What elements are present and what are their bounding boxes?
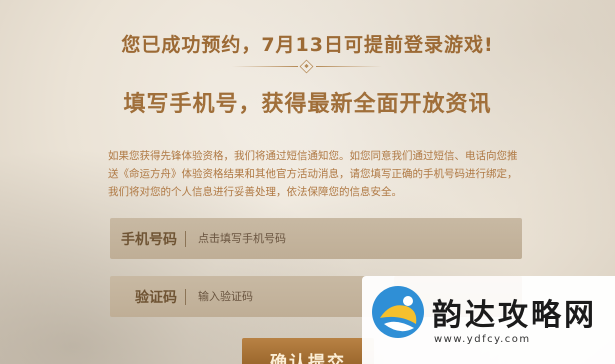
privacy-notice: 如果您获得先锋体验资格，我们将通过短信通知您。如您同意我们通过短信、电话向您推送…: [108, 150, 518, 198]
reservation-success-headline: 您已成功预约，7月13日可提前登录游戏!: [121, 34, 494, 56]
ornament-divider: [232, 59, 382, 74]
watermark-url: www.ydfcy.com: [434, 334, 531, 345]
phone-field: 手机号码: [110, 218, 522, 259]
diamond-ornament-icon: [299, 59, 314, 74]
watermark-title: 韵达攻略网: [432, 298, 597, 333]
divider-line-right: [316, 66, 382, 67]
confirm-submit-button[interactable]: 确认提交: [242, 338, 374, 364]
phone-signup-title: 填写手机号，获得最新全面开放资讯: [123, 92, 492, 117]
field-separator: [185, 230, 186, 247]
code-field: 验证码: [110, 276, 394, 317]
watermark-logo-icon: [372, 286, 424, 338]
field-separator: [185, 288, 186, 305]
site-watermark: 韵达攻略网 www.ydfcy.com: [362, 276, 615, 364]
divider-line-left: [232, 66, 298, 67]
phone-label: 手机号码: [121, 231, 177, 248]
code-label: 验证码: [135, 289, 177, 306]
phone-input[interactable]: [198, 232, 522, 245]
